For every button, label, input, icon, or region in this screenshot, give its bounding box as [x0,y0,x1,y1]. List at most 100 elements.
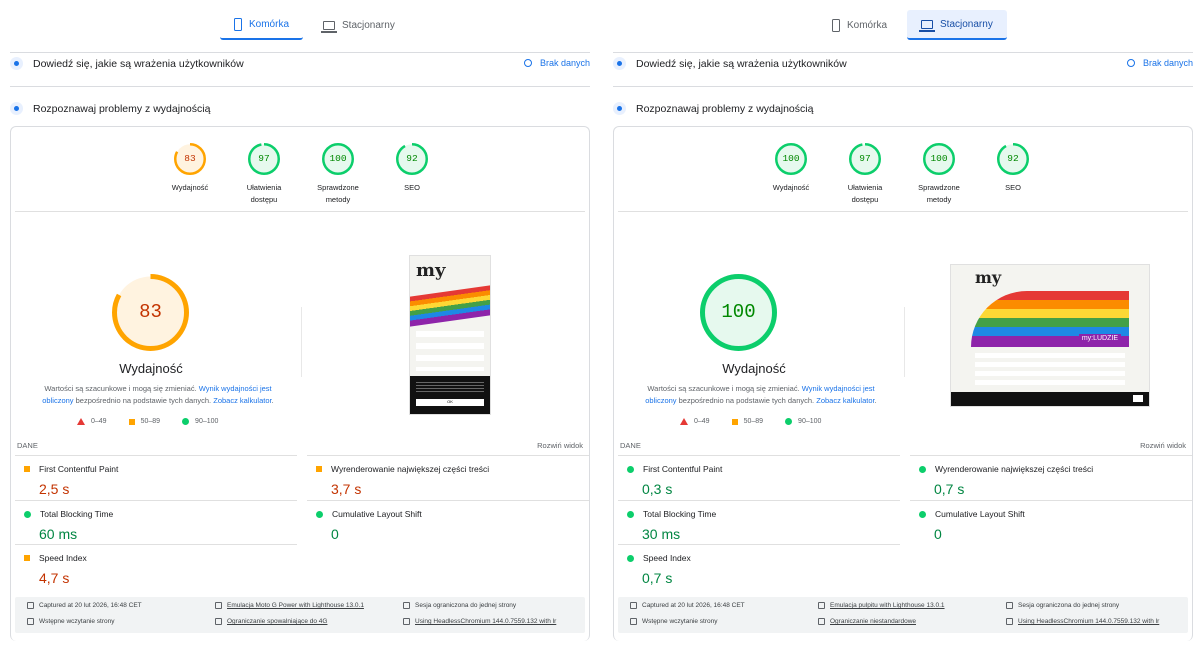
run-info-footer: Captured at 20 lut 2026, 16:48 CET Emulac… [618,597,1188,633]
mobile-report-panel: Komórka Stacjonarny Dowiedź się, jakie są … [0,0,590,656]
session-info: Sesja ograniczona do jednej strony [1006,602,1119,609]
gauge-label: Ułatwienia dostępu [246,183,282,204]
metric-value: 0 [934,526,942,542]
calculator-link[interactable]: Zobacz kalkulator [816,396,874,405]
emulation-info-icon [818,602,825,609]
gauge-score: 92 [406,153,418,164]
gauge-3[interactable]: 92 SEO [383,143,441,206]
divider [613,86,1193,87]
pass-circle-icon [182,418,190,425]
gauge-1[interactable]: 97 Ułatwienia dostępu [235,143,293,206]
divider [618,211,1188,212]
captured-date: Captured at 20 lut 2026, 16:48 CET [27,602,142,609]
performance-big-score: 100 [721,301,756,323]
pass-circle-icon [785,418,793,425]
tab-desktop[interactable]: Stacjonarny [309,10,409,40]
metric-name: Wyrenderowanie największej części treści [331,464,490,474]
gauge-1[interactable]: 97 Ułatwienia dostępu [836,143,894,206]
session-info: Sesja ograniczona do jednej strony [403,602,516,609]
metric-name: Cumulative Layout Shift [935,509,1025,519]
tab-desktop[interactable]: Stacjonarny [907,10,1007,40]
no-data-link[interactable]: Brak danych [523,58,590,68]
metric-item: Speed Index 4,7 s [15,544,297,589]
calculator-link[interactable]: Zobacz kalkulator [213,396,271,405]
gauge-2[interactable]: 100 Sprawdzone metody [309,143,367,206]
throttling-info[interactable]: Ograniczanie niestandardowe [818,618,916,625]
expand-view-toggle[interactable]: Rozwiń widok [1140,441,1186,450]
phone-icon [234,17,242,31]
metric-item: First Contentful Paint 0,3 s [618,455,900,500]
info-icon [1126,59,1135,67]
metrics-section: DANE Rozwiń widok First Contentful Paint 2,… [15,441,589,586]
device-tabs: Komórka Stacjonarny [220,10,409,42]
field-data-icon [10,57,23,70]
gauge-2[interactable]: 100 Sprawdzone metody [910,143,968,206]
gauge-3[interactable]: 92 SEO [984,143,1042,206]
metric-item: Wyrenderowanie największej części treści… [307,455,589,500]
divider [301,307,302,377]
metric-item: Cumulative Layout Shift 0 [307,500,589,545]
expand-view-toggle[interactable]: Rozwiń widok [537,441,583,450]
lab-data-icon [10,102,23,115]
load-type-icon [630,618,637,625]
gauge-score: 100 [930,153,948,164]
metric-item: Total Blocking Time 60 ms [15,500,297,545]
browser-info[interactable]: Using HeadlessChromium 144.0.7559.132 wi… [1006,618,1159,625]
metric-value: 3,7 s [331,481,362,497]
metrics-label: DANE [17,441,38,450]
throttling-info-icon [818,618,825,625]
gauge-0[interactable]: 100 Wydajność [762,143,820,206]
field-data-heading: Dowiedź się, jakie są wrażenia użytkowni… [10,57,590,70]
metric-name: First Contentful Paint [643,464,723,474]
pass-circle-icon [627,465,634,473]
phone-icon [832,18,840,32]
emulation-info[interactable]: Emulacja pulpitu with Lighthouse 13.0.1 [818,602,945,609]
load-type: Wstępne wczytanie strony [630,618,718,625]
metric-name: Speed Index [39,553,87,563]
gauge-score: 92 [1007,153,1019,164]
field-data-heading: Dowiedź się, jakie są wrażenia użytkowni… [613,57,1193,70]
metric-item: Speed Index 0,7 s [618,544,900,589]
metric-value: 60 ms [39,526,78,542]
score-legend: 0–49 50–89 90–100 [77,418,218,425]
gauge-score: 100 [329,153,347,164]
device-tabs: Komórka Stacjonarny [818,10,1007,42]
average-square-icon [731,418,738,425]
metrics-label: DANE [620,441,641,450]
tab-mobile[interactable]: Komórka [220,10,304,40]
metric-name: Wyrenderowanie największej części treści [935,464,1094,474]
lab-data-heading: Rozpoznawaj problemy z wydajnością [10,102,590,115]
page-screenshot: my my:LUDZIE [950,264,1150,407]
laptop-icon [919,19,936,32]
divider [10,52,590,53]
average-square-icon [316,466,322,472]
gauge-0[interactable]: 83 Wydajność [161,143,219,206]
metric-name: Cumulative Layout Shift [332,509,422,519]
gauge-label: SEO [1005,183,1021,192]
throttling-info[interactable]: Ograniczanie spowalniające do 4G [215,618,327,625]
metric-item: Wyrenderowanie największej części treści… [910,455,1192,500]
performance-big-gauge: 83 [112,274,189,351]
laptop-icon [321,20,338,33]
fail-triangle-icon [77,418,85,425]
browser-info-icon [403,618,410,625]
info-icon [523,59,532,67]
gauge-label: Sprawdzone metody [918,183,960,204]
metric-item: First Contentful Paint 2,5 s [15,455,297,500]
browser-info[interactable]: Using HeadlessChromium 144.0.7559.132 wi… [403,618,556,625]
metric-item: Cumulative Layout Shift 0 [910,500,1192,545]
load-type: Wstępne wczytanie strony [27,618,115,625]
metric-value: 30 ms [642,526,681,542]
no-data-link[interactable]: Brak danych [1126,58,1193,68]
metrics-section: DANE Rozwiń widok First Contentful Paint 0,… [618,441,1192,586]
load-type-icon [27,618,34,625]
emulation-info[interactable]: Emulacja Moto G Power with Lighthouse 13… [215,602,364,609]
metric-name: Total Blocking Time [643,509,717,519]
gauge-label: Sprawdzone metody [317,183,359,204]
performance-big-score: 83 [139,301,162,323]
gauge-label: Wydajność [772,183,810,192]
performance-big-gauge: 100 [700,274,777,351]
session-info-icon [403,602,410,609]
tab-mobile[interactable]: Komórka [818,10,901,40]
session-info-icon [1006,602,1013,609]
